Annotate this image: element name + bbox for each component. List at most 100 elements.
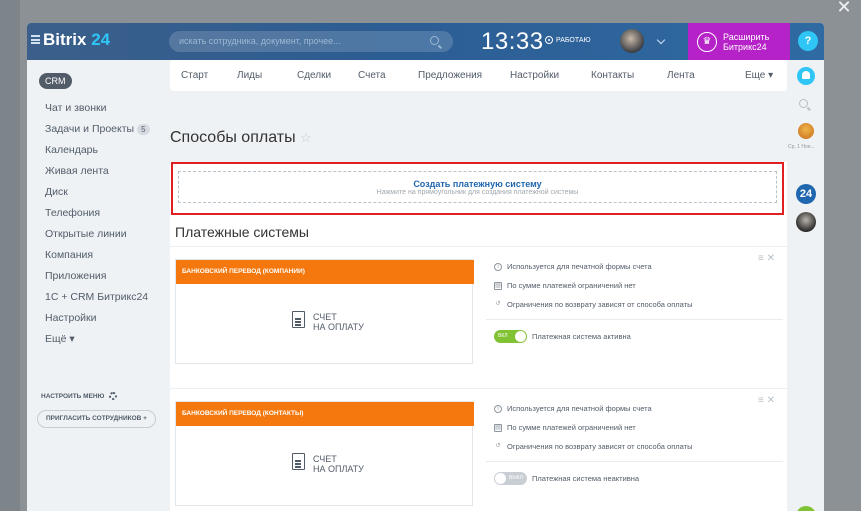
document-label-2: НА ОПЛАТУ <box>313 464 364 474</box>
sidebar-item-company[interactable]: Компания <box>45 249 93 261</box>
info-row: ▤ По сумме платежей ограничений нет <box>494 423 636 432</box>
info-text: Ограничения по возврату зависят от спосо… <box>507 442 693 451</box>
clock[interactable]: 13:33 <box>481 28 544 56</box>
payment-system-row: ≡ ✕ БАНКОВСКИЙ ПЕРЕВОД (КОНТАКТЫ) СЧЕТ НА… <box>170 388 787 507</box>
configure-menu-label: НАСТРОИТЬ МЕНЮ <box>41 392 105 400</box>
create-payment-system-highlight: Создать платежную систему Нажмите на пря… <box>171 162 784 215</box>
user-avatar[interactable] <box>620 29 644 53</box>
toggle-label: ВКЛ <box>498 333 508 339</box>
tab-start[interactable]: Старт <box>181 70 208 81</box>
search-icon[interactable] <box>430 36 439 45</box>
create-payment-system-button[interactable]: Создать платежную систему Нажмите на пря… <box>178 171 777 203</box>
logo-text: Bitrix <box>43 30 87 49</box>
tab-settings[interactable]: Настройки <box>510 70 559 81</box>
gear-icon <box>109 392 118 400</box>
sum-icon: ▤ <box>494 423 502 432</box>
divider <box>486 461 783 462</box>
search-placeholder: искать сотрудника, документ, прочее... <box>179 36 341 46</box>
menu-icon[interactable]: ≡ ✕ <box>758 253 775 264</box>
sum-icon: ▤ <box>494 281 502 290</box>
clock-status-icon <box>545 36 553 44</box>
payment-system-card[interactable]: БАНКОВСКИЙ ПЕРЕВОД (КОМПАНИИ) СЧЕТ НА ОПЛ… <box>175 259 474 364</box>
return-icon: ↺ <box>495 300 501 307</box>
upgrade-label-1: Расширить <box>723 31 770 42</box>
sidebar-item-1c[interactable]: 1С + CRM Битрикс24 <box>45 291 148 303</box>
background-left <box>0 0 20 511</box>
sidebar-item-telephony[interactable]: Телефония <box>45 207 100 219</box>
section-title: Платежные системы <box>175 224 309 240</box>
payment-system-row: ≡ ✕ БАНКОВСКИЙ ПЕРЕВОД (КОМПАНИИ) СЧЕТ НА… <box>170 246 787 365</box>
info-icon: i <box>494 404 502 413</box>
sidebar-item-chat[interactable]: Чат и звонки <box>45 102 107 114</box>
tab-deals[interactable]: Сделки <box>297 70 331 81</box>
avatar[interactable] <box>796 212 816 232</box>
tab-quotes[interactable]: Предложения <box>418 70 482 81</box>
tab-feed[interactable]: Лента <box>667 70 695 81</box>
create-title: Создать платежную систему <box>413 179 542 189</box>
info-text: Используется для печатной формы счета <box>507 262 652 271</box>
logo-number: 24 <box>91 30 111 49</box>
page-title-text: Способы оплаты <box>170 129 296 146</box>
tab-contacts[interactable]: Контакты <box>591 70 634 81</box>
info-row: ↺ Ограничения по возврату зависят от спос… <box>494 300 693 309</box>
payment-content: Создать платежную систему Нажмите на пря… <box>170 162 787 511</box>
payment-system-name: БАНКОВСКИЙ ПЕРЕВОД (КОМПАНИИ) <box>176 260 474 284</box>
document-label-1: СЧЕТ <box>313 454 337 464</box>
sidebar-item-open-lines[interactable]: Открытые линии <box>45 228 127 240</box>
logo[interactable]: Bitrix 24 <box>43 30 110 50</box>
top-bar: Bitrix 24 искать сотрудника, документ, п… <box>27 23 824 60</box>
document-icon <box>292 453 305 470</box>
sidebar-item-tasks[interactable]: Задачи и Проекты 5 <box>45 123 150 135</box>
toggle-label: ВЫКЛ <box>509 475 523 481</box>
tab-invoices[interactable]: Счета <box>358 70 386 81</box>
status-text: Платежная система неактивна <box>532 474 640 483</box>
search-input[interactable]: искать сотрудника, документ, прочее... <box>169 31 453 52</box>
payment-system-card[interactable]: БАНКОВСКИЙ ПЕРЕВОД (КОНТАКТЫ) СЧЕТ НА ОПЛ… <box>175 401 474 506</box>
sidebar-item-label: Задачи и Проекты <box>45 123 135 135</box>
info-row: i Используется для печатной формы счета <box>494 262 652 271</box>
avatar[interactable] <box>798 123 814 139</box>
active-toggle[interactable]: ВКЛ <box>494 330 527 343</box>
inactive-toggle[interactable]: ВЫКЛ <box>494 472 527 485</box>
right-panel: Ср, 1 Ноя... 24 <box>787 60 824 511</box>
divider <box>486 319 783 320</box>
sidebar-item-more[interactable]: Ещё ▾ <box>45 333 75 345</box>
return-icon: ↺ <box>495 442 501 449</box>
status-label: РАБОТАЮ <box>556 36 591 44</box>
chevron-down-icon[interactable] <box>656 35 666 45</box>
star-icon[interactable]: ☆ <box>300 130 312 145</box>
menu-icon[interactable]: ≡ ✕ <box>758 395 775 406</box>
tab-leads[interactable]: Лиды <box>237 70 262 81</box>
bell-icon[interactable] <box>797 67 815 85</box>
sidebar-item-crm[interactable]: CRM <box>39 73 72 89</box>
invite-button[interactable]: ПРИГЛАСИТЬ СОТРУДНИКОВ + <box>37 410 156 428</box>
status-text: Платежная система активна <box>532 332 631 341</box>
info-text: По сумме платежей ограничений нет <box>507 281 636 290</box>
sidebar-item-feed[interactable]: Живая лента <box>45 165 109 177</box>
info-row: ↺ Ограничения по возврату зависят от спос… <box>494 442 693 451</box>
configure-menu-button[interactable]: НАСТРОИТЬ МЕНЮ <box>41 392 118 400</box>
app-window: Bitrix 24 искать сотрудника, документ, п… <box>27 23 824 511</box>
work-status[interactable]: РАБОТАЮ <box>545 36 591 44</box>
count-badge: 5 <box>137 124 150 135</box>
bitrix24-icon[interactable]: 24 <box>796 184 816 204</box>
info-text: Ограничения по возврату зависят от спосо… <box>507 300 693 309</box>
sidebar-item-disk[interactable]: Диск <box>45 186 68 198</box>
document-label: СЧЕТ НА ОПЛАТУ <box>313 312 364 332</box>
document-label-2: НА ОПЛАТУ <box>313 322 364 332</box>
info-icon: i <box>494 262 502 271</box>
sidebar-item-apps[interactable]: Приложения <box>45 270 106 282</box>
tab-more[interactable]: Еще ▾ <box>745 70 773 81</box>
sidebar-item-calendar[interactable]: Календарь <box>45 144 98 156</box>
search-icon[interactable] <box>799 99 808 108</box>
close-icon[interactable]: ✕ <box>829 0 859 22</box>
info-row: ▤ По сумме платежей ограничений нет <box>494 281 636 290</box>
help-icon[interactable]: ? <box>798 31 818 51</box>
sidebar-item-settings[interactable]: Настройки <box>45 312 97 324</box>
main-area: Старт Лиды Сделки Счета Предложения Наст… <box>170 60 787 511</box>
phone-icon[interactable] <box>796 506 816 511</box>
upgrade-button[interactable]: ♛ Расширить Битрикс24 <box>688 23 790 60</box>
page-title: Способы оплаты ☆ <box>170 129 312 147</box>
hamburger-icon[interactable] <box>31 35 40 44</box>
info-text: Используется для печатной формы счета <box>507 404 652 413</box>
